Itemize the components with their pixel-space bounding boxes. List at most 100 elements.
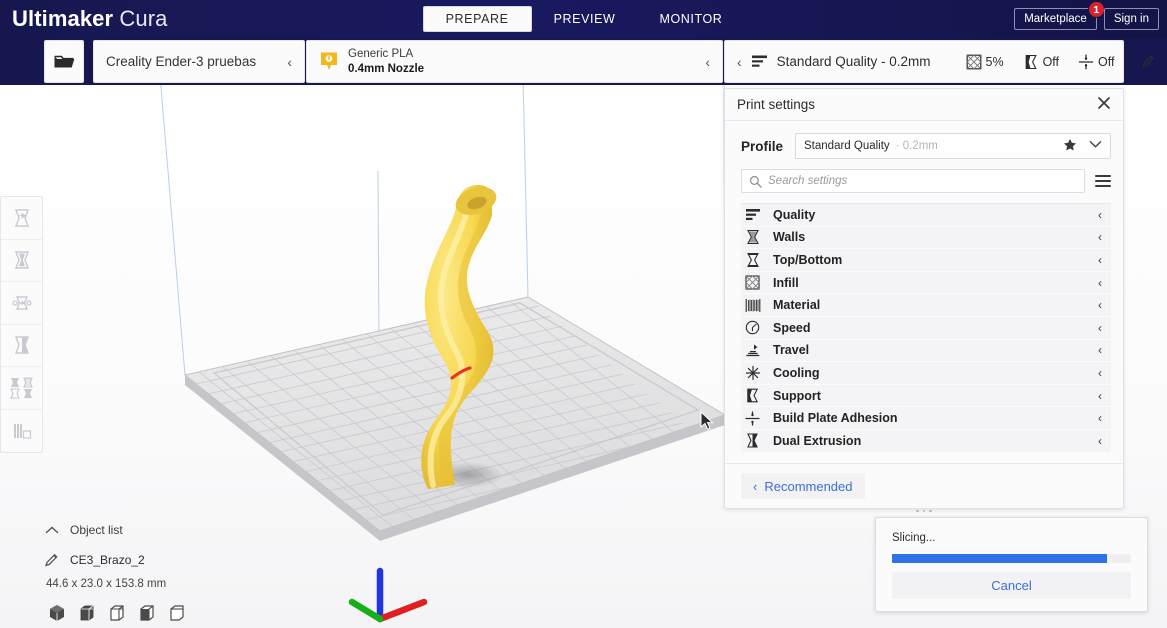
solid-view-icon[interactable] bbox=[46, 602, 68, 624]
support-summary: Off bbox=[1023, 54, 1059, 70]
print-settings-panel: Print settings Profile Standard Quality … bbox=[724, 88, 1124, 509]
category-label: Top/Bottom bbox=[773, 253, 842, 267]
profile-dropdown[interactable]: Standard Quality · 0.2mm bbox=[795, 133, 1111, 159]
mouse-cursor bbox=[700, 411, 714, 431]
move-tool-button[interactable] bbox=[1, 197, 42, 240]
cancel-slicing-button[interactable]: Cancel bbox=[892, 572, 1131, 599]
search-settings-box[interactable] bbox=[741, 169, 1085, 193]
shaded-cube-icon[interactable] bbox=[76, 602, 98, 624]
chevron-left-icon: ‹ bbox=[1098, 389, 1102, 403]
category-label: Walls bbox=[773, 230, 805, 244]
object-list-toggle[interactable]: Object list bbox=[44, 518, 294, 542]
scale-icon bbox=[10, 248, 34, 272]
slicing-status-label: Slicing... bbox=[892, 532, 1131, 544]
tab-preview[interactable]: PREVIEW bbox=[532, 6, 638, 32]
pencil-icon[interactable] bbox=[1141, 54, 1156, 69]
object-list-item[interactable]: CE3_Brazo_2 bbox=[44, 548, 294, 572]
quality-icon bbox=[743, 208, 762, 222]
category-cooling[interactable]: Cooling ‹ bbox=[741, 362, 1111, 385]
infill-summary: 5% bbox=[966, 54, 1004, 70]
profile-label: Profile bbox=[741, 139, 783, 154]
profile-name: Standard Quality - 0.2mm bbox=[777, 54, 931, 69]
close-icon[interactable] bbox=[1097, 96, 1111, 114]
printer-selector[interactable]: Creality Ender-3 pruebas ‹ bbox=[93, 40, 305, 83]
profile-value: Standard Quality bbox=[804, 140, 890, 152]
material-selector[interactable]: Generic PLA 0.4mm Nozzle ‹ bbox=[306, 40, 723, 83]
marketplace-button[interactable]: Marketplace 1 bbox=[1014, 8, 1097, 30]
print-settings-title: Print settings bbox=[737, 97, 815, 112]
print-settings-footer: ‹ Recommended bbox=[725, 463, 1123, 508]
view-mode-row bbox=[46, 602, 294, 624]
category-label: Dual Extrusion bbox=[773, 434, 861, 448]
scale-tool-button[interactable] bbox=[1, 240, 42, 283]
sign-in-button[interactable]: Sign in bbox=[1104, 8, 1159, 30]
category-support[interactable]: Support ‹ bbox=[741, 385, 1111, 408]
chevron-left-icon: ‹ bbox=[1098, 434, 1102, 448]
category-travel[interactable]: Travel ‹ bbox=[741, 340, 1111, 363]
hamburger-icon[interactable] bbox=[1095, 175, 1111, 186]
tab-prepare[interactable]: PREPARE bbox=[423, 6, 532, 32]
open-file-button[interactable] bbox=[44, 40, 84, 83]
category-build-plate-adhesion[interactable]: Build Plate Adhesion ‹ bbox=[741, 407, 1111, 430]
chevron-left-icon: ‹ bbox=[1098, 321, 1102, 335]
slicing-progress-fill bbox=[892, 554, 1107, 563]
adhesion-icon bbox=[743, 411, 762, 426]
chevron-left-icon: ‹ bbox=[1098, 253, 1102, 267]
category-label: Build Plate Adhesion bbox=[773, 411, 898, 425]
move-icon bbox=[10, 206, 34, 230]
category-infill[interactable]: Infill ‹ bbox=[741, 272, 1111, 295]
support-icon bbox=[1023, 54, 1039, 70]
category-material[interactable]: Material ‹ bbox=[741, 294, 1111, 317]
support-icon bbox=[743, 388, 762, 403]
search-input[interactable] bbox=[768, 175, 1077, 187]
wireframe-cube-icon[interactable] bbox=[106, 602, 128, 624]
category-label: Quality bbox=[773, 208, 815, 222]
category-label: Speed bbox=[773, 321, 811, 335]
chevron-left-icon: ‹ bbox=[693, 54, 722, 70]
xray-cube-icon[interactable] bbox=[136, 602, 158, 624]
panel-resize-grip[interactable] bbox=[894, 505, 954, 517]
category-dual-extrusion[interactable]: Dual Extrusion ‹ bbox=[741, 430, 1111, 453]
chevron-left-icon: ‹ bbox=[1098, 343, 1102, 357]
category-label: Material bbox=[773, 298, 820, 312]
support-value: Off bbox=[1043, 55, 1059, 69]
category-top-bottom[interactable]: Top/Bottom ‹ bbox=[741, 249, 1111, 272]
speed-icon bbox=[743, 320, 762, 335]
material-icon bbox=[743, 298, 762, 313]
marketplace-label: Marketplace bbox=[1024, 13, 1087, 25]
brand-name-light: Cura bbox=[119, 6, 167, 31]
mirror-tool-button[interactable] bbox=[1, 325, 42, 368]
adhesion-value: Off bbox=[1098, 55, 1114, 69]
tab-monitor[interactable]: MONITOR bbox=[637, 6, 744, 32]
print-setup-selector[interactable]: ‹ Standard Quality - 0.2mm 5% bbox=[724, 40, 1124, 83]
walls-icon bbox=[743, 229, 762, 245]
chevron-left-icon: ‹ bbox=[1098, 230, 1102, 244]
adhesion-summary: Off bbox=[1078, 54, 1114, 70]
star-icon[interactable] bbox=[1063, 138, 1077, 155]
dual-extrusion-icon bbox=[743, 433, 762, 448]
support-blocker-button[interactable] bbox=[1, 410, 42, 453]
marketplace-badge: 1 bbox=[1088, 1, 1105, 18]
support-blocker-icon bbox=[10, 419, 34, 443]
outline-cube-icon[interactable] bbox=[166, 602, 188, 624]
infill-value: 5% bbox=[986, 55, 1004, 69]
chevron-left-icon: ‹ bbox=[1098, 366, 1102, 380]
per-model-settings-icon bbox=[9, 375, 35, 401]
per-model-settings-button[interactable] bbox=[1, 367, 42, 410]
category-speed[interactable]: Speed ‹ bbox=[741, 317, 1111, 340]
category-walls[interactable]: Walls ‹ bbox=[741, 227, 1111, 250]
folder-open-icon bbox=[53, 53, 75, 71]
material-info: Generic PLA 0.4mm Nozzle bbox=[307, 47, 424, 76]
rotate-tool-button[interactable] bbox=[1, 282, 42, 325]
object-list-title: Object list bbox=[70, 523, 123, 537]
origin-axis-indicator bbox=[352, 571, 424, 619]
category-quality[interactable]: Quality ‹ bbox=[741, 204, 1111, 227]
recommended-mode-button[interactable]: ‹ Recommended bbox=[741, 473, 865, 499]
recommended-label: Recommended bbox=[764, 479, 852, 494]
adhesion-icon bbox=[1078, 54, 1094, 70]
chevron-down-icon[interactable] bbox=[1089, 140, 1102, 152]
cooling-icon bbox=[743, 365, 762, 381]
brand-name-bold: Ultimaker bbox=[12, 6, 113, 31]
infill-icon bbox=[743, 275, 762, 290]
settings-category-list: Quality ‹ Walls ‹ bbox=[741, 203, 1111, 453]
